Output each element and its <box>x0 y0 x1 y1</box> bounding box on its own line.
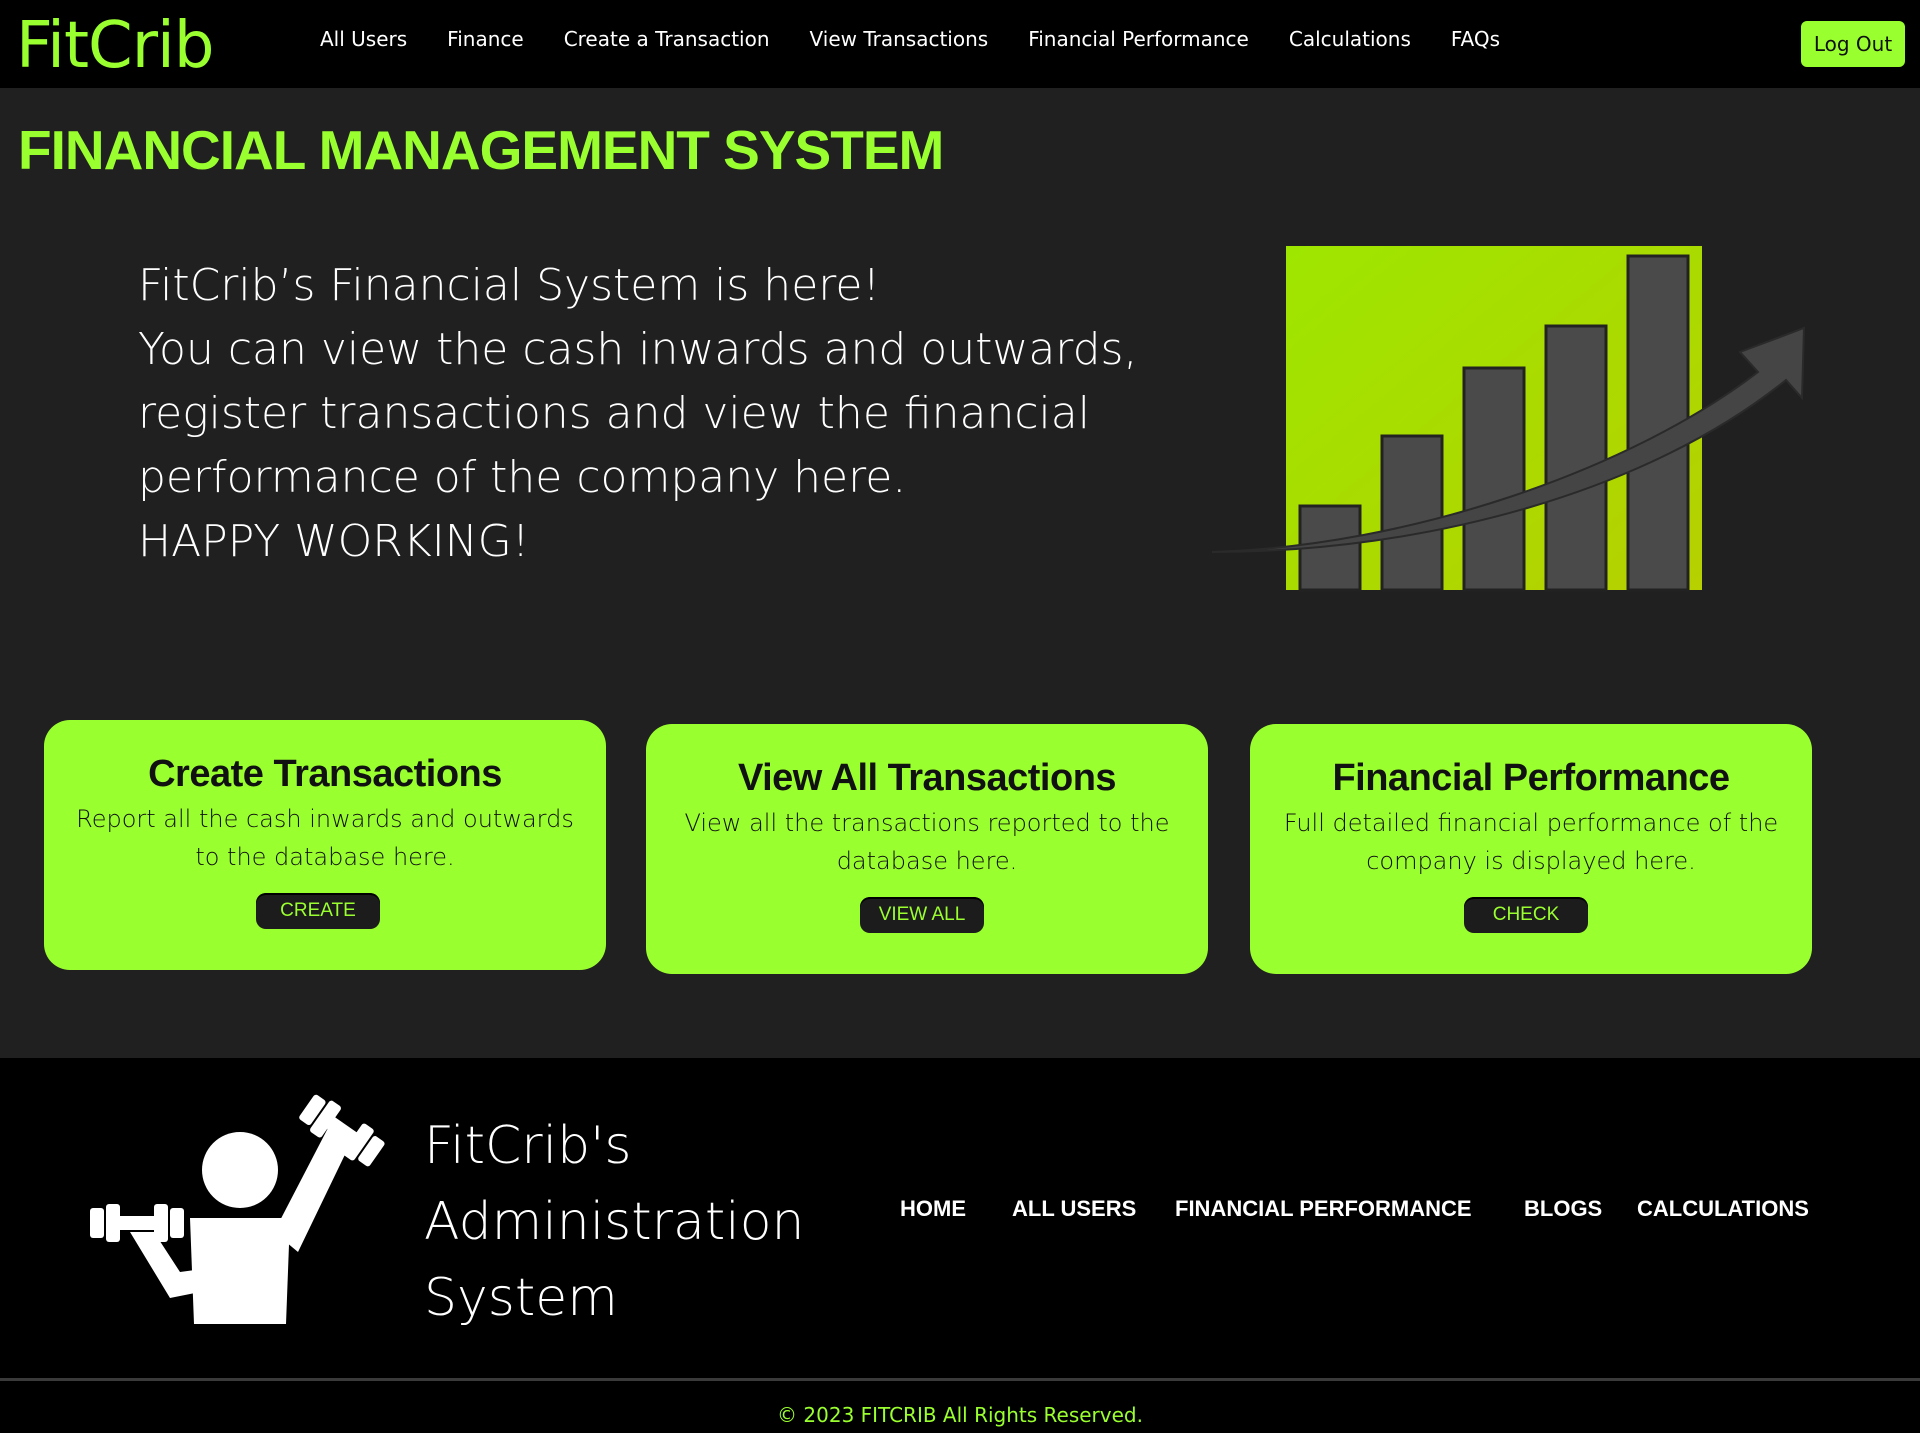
footer-brand: FitCrib's Administration System <box>424 1108 805 1336</box>
footer-link-all-users[interactable]: ALL USERS <box>1012 1194 1136 1224</box>
chart-bar <box>1462 366 1526 592</box>
card-description: View all the transactions reported to th… <box>684 809 1170 875</box>
nav-links: All Users Finance Create a Transaction V… <box>320 24 1540 54</box>
create-button[interactable]: CREATE <box>256 893 380 929</box>
footer-brand-line: FitCrib's <box>424 1116 632 1176</box>
card-title: Create Transactions <box>148 753 502 795</box>
nav-link-calculations[interactable]: Calculations <box>1289 24 1411 54</box>
nav-link-all-users[interactable]: All Users <box>320 24 407 54</box>
chart-bar <box>1544 324 1608 592</box>
view-all-transactions-card: View All Transactions View all the trans… <box>646 724 1208 974</box>
card-title: Financial Performance <box>1332 757 1730 799</box>
footer-brand-line: System <box>424 1268 618 1328</box>
nav-link-financial-performance[interactable]: Financial Performance <box>1028 24 1249 54</box>
card-description: Full detailed financial performance of t… <box>1283 809 1779 875</box>
nav-link-create-transaction[interactable]: Create a Transaction <box>564 24 770 54</box>
bar-growth-chart-icon <box>1211 246 1806 592</box>
footer-divider <box>0 1378 1920 1381</box>
person-lifting-dumbbells-icon <box>90 1094 385 1324</box>
nav-link-view-transactions[interactable]: View Transactions <box>810 24 989 54</box>
create-transactions-card: Create Transactions Report all the cash … <box>44 720 606 970</box>
chart-bar <box>1380 434 1444 592</box>
intro-line: FitCrib’s Financial System is here! <box>138 260 881 311</box>
intro-line: You can view the cash inwards and outwar… <box>138 324 1138 375</box>
check-button[interactable]: CHECK <box>1464 897 1588 933</box>
nav-link-finance[interactable]: Finance <box>447 24 524 54</box>
footer-brand-line: Administration <box>424 1192 805 1252</box>
card-title: View All Transactions <box>737 757 1117 799</box>
footer-link-calculations[interactable]: CALCULATIONS <box>1637 1194 1809 1224</box>
copyright-text: © 2023 FITCRIB All Rights Reserved. <box>777 1403 1143 1427</box>
top-navbar: FitCrib All Users Finance Create a Trans… <box>0 0 1920 88</box>
card-description: Report all the cash inwards and outwards… <box>76 805 574 871</box>
intro-line: performance of the company here. <box>138 452 907 503</box>
intro-line: HAPPY WORKING! <box>138 516 530 567</box>
logout-button[interactable]: Log Out <box>1801 21 1905 67</box>
brand-logo[interactable]: FitCrib <box>16 8 214 84</box>
footer-link-blogs[interactable]: BLOGS <box>1524 1194 1602 1224</box>
view-all-button[interactable]: VIEW ALL <box>860 897 984 933</box>
footer-link-financial-performance[interactable]: FINANCIAL PERFORMANCE <box>1175 1194 1472 1224</box>
intro-text: FitCrib’s Financial System is here! You … <box>138 254 1138 574</box>
intro-line: register transactions and view the finan… <box>138 388 1090 439</box>
financial-performance-card: Financial Performance Full detailed fina… <box>1250 724 1812 974</box>
nav-link-faqs[interactable]: FAQs <box>1451 24 1500 54</box>
page-title: FINANCIAL MANAGEMENT SYSTEM <box>18 119 944 181</box>
footer-link-home[interactable]: HOME <box>900 1194 966 1224</box>
